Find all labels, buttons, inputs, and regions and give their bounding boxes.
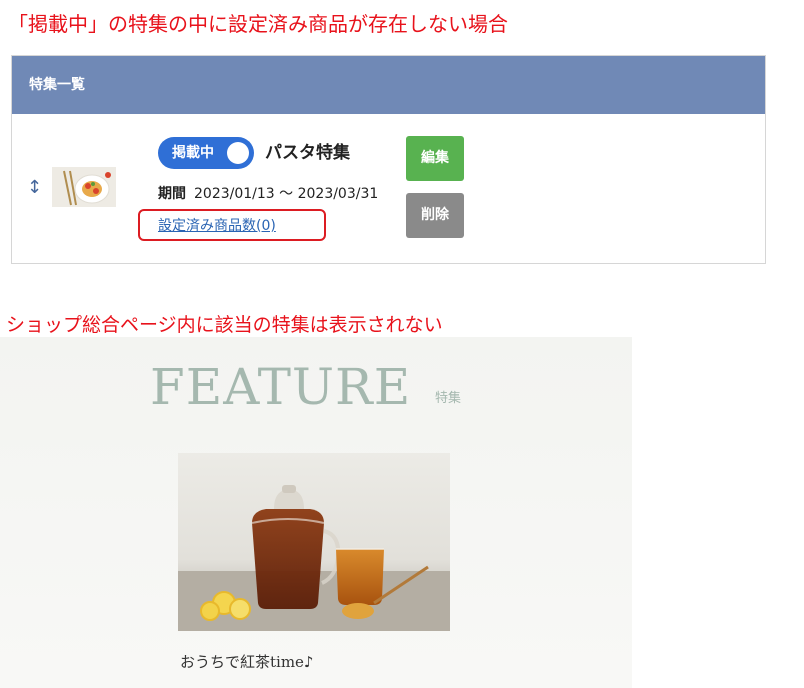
sort-arrows-icon[interactable]: ↕ — [27, 176, 42, 200]
delete-button[interactable]: 削除 — [406, 193, 464, 238]
status-label: 掲載中 — [172, 145, 214, 161]
shop-feature-section: FEATURE 特集 おうちで紅茶time♪ — [0, 337, 632, 688]
tea-set-image — [178, 453, 450, 631]
toggle-knob — [227, 142, 249, 164]
period-label: 期間 — [158, 186, 186, 202]
edit-button[interactable]: 編集 — [406, 136, 464, 181]
period-value: 2023/01/13 ～ 2023/03/31 — [194, 186, 379, 202]
feature-thumbnail — [52, 167, 116, 207]
annotation-caption-bottom: ショップ総合ページ内に該当の特集は表示されない — [6, 314, 443, 336]
publish-status-toggle[interactable]: 掲載中 — [158, 137, 254, 169]
feature-heading: FEATURE — [150, 358, 412, 416]
feature-period: 期間 2023/01/13 ～ 2023/03/31 — [158, 184, 378, 204]
feature-card-image[interactable] — [178, 453, 450, 631]
feature-heading-sub: 特集 — [435, 391, 462, 406]
feature-list-panel: 特集一覧 ↕ 掲載中 パスタ特集 期間 2023/01/13 ～ 2023/03/… — [11, 55, 766, 264]
screenshot-root: 「掲載中」の特集の中に設定済み商品が存在しない場合 特集一覧 ↕ 掲載中 パスタ… — [0, 0, 804, 688]
annotation-caption-top: 「掲載中」の特集の中に設定済み商品が存在しない場合 — [8, 12, 508, 36]
feature-name: パスタ特集 — [265, 143, 350, 163]
highlight-annotation-box — [138, 209, 326, 241]
feature-card-title[interactable]: おうちで紅茶time♪ — [180, 652, 314, 672]
pasta-plate-image — [52, 167, 116, 207]
panel-header-title: 特集一覧 — [12, 56, 765, 114]
